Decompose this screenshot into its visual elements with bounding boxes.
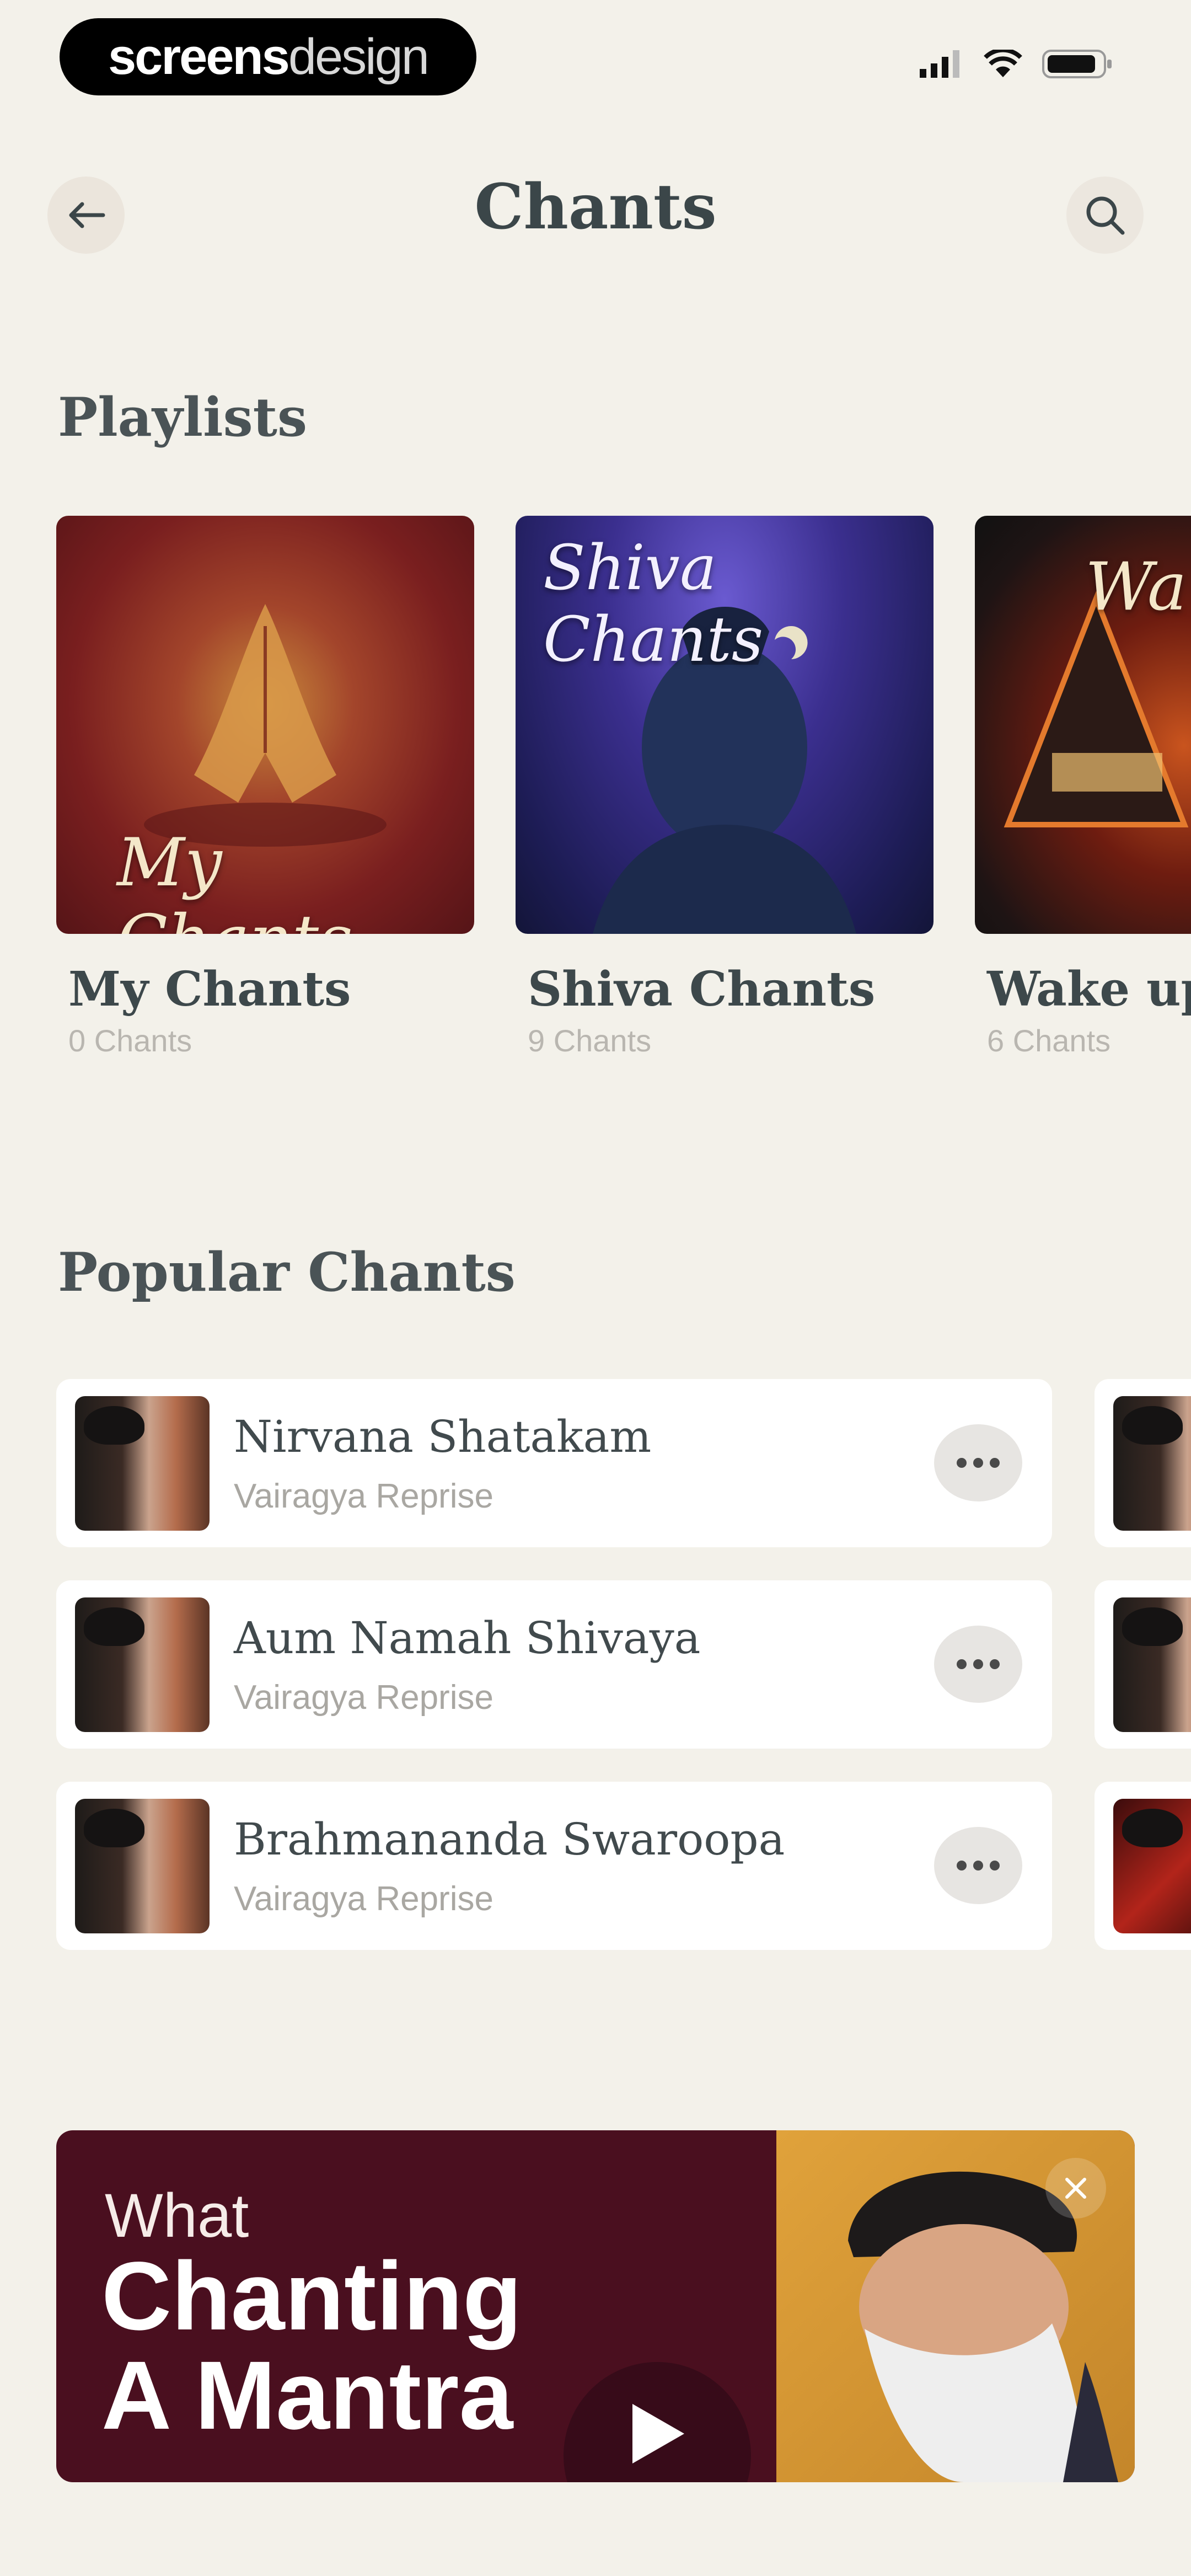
playlists-section-title: Playlists	[58, 386, 308, 448]
chant-row[interactable]: Aum Namah Shivaya Vairagya Reprise	[56, 1580, 1052, 1749]
play-icon	[632, 2404, 684, 2463]
page-title: Chants	[474, 171, 717, 243]
more-dot	[957, 1861, 967, 1870]
chant-row-peek[interactable]	[1095, 1379, 1191, 1547]
promo-heading-line-2: A Mantra	[101, 2342, 513, 2450]
chant-title: Nirvana Shatakam	[234, 1410, 652, 1462]
chant-title: Aum Namah Shivaya	[234, 1612, 701, 1664]
playlists-carousel[interactable]: My Chants My Chants 0 Chants Shiva Chant…	[56, 516, 1191, 1059]
playlist-artwork: Wa	[975, 516, 1191, 934]
more-options-button[interactable]	[934, 1827, 1022, 1904]
chant-thumbnail	[75, 1597, 210, 1732]
promo-play-button[interactable]	[564, 2362, 751, 2482]
promo-close-button[interactable]	[1045, 2158, 1106, 2219]
chant-row[interactable]: Nirvana Shatakam Vairagya Reprise	[56, 1379, 1052, 1547]
playlist-card-wake-up[interactable]: Wa Wake up 6 Chants	[975, 516, 1191, 1059]
chant-title: Brahmananda Swaroopa	[234, 1813, 785, 1865]
brand-light-text: design	[288, 28, 430, 85]
chant-row-peek[interactable]	[1095, 1580, 1191, 1749]
brand-bold-text: screens	[108, 28, 290, 85]
more-dot	[957, 1659, 967, 1669]
status-icons	[920, 49, 1114, 79]
more-options-button[interactable]	[934, 1626, 1022, 1703]
promo-heading-line-1: Chanting	[101, 2242, 522, 2350]
more-dot	[990, 1659, 1000, 1669]
playlist-count: 9 Chants	[528, 1023, 652, 1058]
chant-row-peek[interactable]	[1095, 1782, 1191, 1950]
search-icon	[1086, 196, 1125, 235]
chant-thumbnail	[1113, 1597, 1191, 1732]
promo-banner[interactable]: What Chanting A Mantra	[56, 2130, 1135, 2482]
battery-icon	[1042, 50, 1112, 78]
playlist-card-my-chants[interactable]: My Chants My Chants 0 Chants	[56, 516, 474, 1059]
chant-thumbnail	[1113, 1396, 1191, 1531]
chant-row[interactable]: Brahmananda Swaroopa Vairagya Reprise	[56, 1782, 1052, 1950]
more-dot	[990, 1861, 1000, 1870]
playlist-card-shiva-chants[interactable]: Shiva Chants Shiva Chants 9 Chants	[516, 516, 934, 1059]
playlist-artwork: Shiva Chants	[516, 516, 934, 934]
playlist-count: 6 Chants	[987, 1023, 1111, 1058]
playlist-artwork: My Chants	[56, 516, 474, 934]
more-options-button[interactable]	[934, 1424, 1022, 1501]
close-icon	[1065, 2178, 1086, 2199]
playlist-name: Shiva Chants	[528, 961, 876, 1017]
more-dot	[990, 1458, 1000, 1468]
playlist-art-title: Wa	[1085, 549, 1187, 626]
chant-thumbnail	[75, 1798, 210, 1933]
chant-thumbnail	[75, 1396, 210, 1531]
next-chant-column-peek	[1095, 1379, 1191, 1983]
chants-screen: screens design Chants Playlists My My Ch…	[0, 0, 1191, 2576]
chant-artist: Vairagya Reprise	[234, 1477, 493, 1515]
more-dot	[973, 1458, 983, 1468]
chant-artist: Vairagya Reprise	[234, 1879, 493, 1918]
more-dot	[957, 1458, 967, 1468]
popular-chants-section-title: Popular Chants	[58, 1241, 516, 1303]
more-dot	[973, 1659, 983, 1669]
playlist-name: Wake up	[987, 961, 1191, 1017]
more-dot	[973, 1861, 983, 1870]
signal-icon	[920, 50, 959, 78]
chant-thumbnail	[1113, 1798, 1191, 1933]
screensdesign-watermark: screens design	[60, 18, 476, 95]
playlist-art-title: My Chants	[117, 825, 353, 934]
popular-chants-list: Nirvana Shatakam Vairagya Reprise Aum Na…	[56, 1379, 1052, 1983]
search-button[interactable]	[1066, 177, 1144, 254]
wifi-icon	[984, 50, 1022, 77]
playlist-name: My Chants	[68, 961, 351, 1017]
playlist-count: 0 Chants	[68, 1023, 192, 1058]
chant-artist: Vairagya Reprise	[234, 1678, 493, 1717]
playlist-art-title: Shiva Chants	[543, 532, 764, 676]
